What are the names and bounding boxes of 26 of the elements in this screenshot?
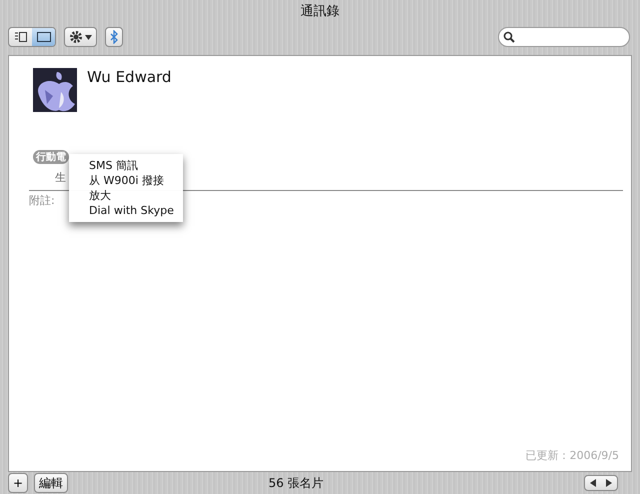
field-label: 生 (55, 170, 66, 185)
updated-text: 已更新：2006/9/5 (526, 448, 619, 463)
edit-button[interactable]: 編輯 (34, 473, 68, 493)
bluetooth-icon (110, 30, 118, 44)
menu-item[interactable]: 放大 (69, 188, 183, 203)
bluetooth-button[interactable] (105, 27, 123, 47)
menu-item[interactable]: 从 W900i 撥接 (69, 173, 183, 188)
right-arrow-icon (606, 479, 612, 487)
nav-buttons[interactable] (584, 475, 618, 491)
contact-name: Wu Edward (87, 68, 172, 88)
window-title: 通訊錄 (300, 3, 340, 21)
menu-item[interactable]: Dial with Skype (69, 203, 183, 218)
columns-icon (14, 32, 27, 42)
card-icon (36, 32, 50, 42)
caret-icon (85, 34, 92, 40)
gear-icon (69, 30, 83, 44)
view-toggle[interactable] (8, 27, 56, 47)
left-arrow-icon (590, 479, 596, 487)
action-button[interactable] (64, 27, 97, 47)
card-count: 56 張名片 (267, 474, 325, 492)
search-field[interactable] (498, 27, 630, 47)
search-icon (503, 31, 515, 43)
menu-item[interactable]: SMS 簡訊 (69, 158, 183, 173)
phone-label: 行動電 (33, 150, 69, 164)
add-button[interactable]: + (8, 473, 28, 493)
note-label: 附註: (29, 193, 55, 208)
